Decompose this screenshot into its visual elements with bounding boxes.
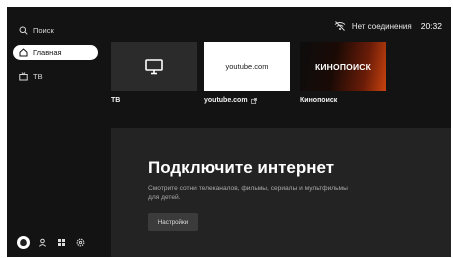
card-youtube[interactable]: youtube.com xyxy=(204,42,290,91)
tv-icon xyxy=(19,72,28,81)
clock: 20:32 xyxy=(420,21,442,31)
sidebar-item-search[interactable]: Поиск xyxy=(13,23,60,38)
banner-title: Подключите интернет xyxy=(148,158,335,177)
wifi-off-icon xyxy=(334,21,346,31)
card-title: Кинопоиск xyxy=(300,97,338,104)
sidebar-bottom-bar xyxy=(17,236,87,249)
banner-description: Смотрите сотни телеканалов, фильмы, сери… xyxy=(148,185,348,201)
search-icon xyxy=(19,26,28,35)
sidebar-item-label: ТВ xyxy=(33,72,43,81)
monitor-icon xyxy=(145,58,163,75)
sidebar-item-label: Главная xyxy=(33,48,62,57)
kinopoisk-logo: КИНОПОИСК xyxy=(314,61,371,72)
youtube-preview-text: youtube.com xyxy=(225,62,269,71)
profile-icon[interactable] xyxy=(36,236,49,249)
alice-icon[interactable] xyxy=(17,236,30,249)
settings-button[interactable]: Настройки xyxy=(148,213,198,231)
home-icon xyxy=(19,48,28,57)
connection-status: Нет соединения xyxy=(351,21,412,31)
external-link-icon xyxy=(250,97,257,104)
tv-screen: Нет соединения 20:32 Поиск Главная ТВ ТВ… xyxy=(7,7,451,257)
sidebar-item-label: Поиск xyxy=(33,26,54,35)
apps-icon[interactable] xyxy=(55,236,68,249)
no-connection-banner: Подключите интернет Смотрите сотни телек… xyxy=(111,128,451,257)
card-title: youtube.com xyxy=(204,97,248,104)
card-tv[interactable] xyxy=(111,42,197,91)
card-tv-label: ТВ xyxy=(111,97,120,104)
card-title: ТВ xyxy=(111,97,121,104)
settings-icon[interactable] xyxy=(74,236,87,249)
card-kinopoisk-label: Кинопоиск xyxy=(300,97,337,104)
sidebar-item-tv[interactable]: ТВ xyxy=(13,69,49,84)
card-kinopoisk[interactable]: КИНОПОИСК xyxy=(300,42,386,91)
sidebar-item-home[interactable]: Главная xyxy=(13,45,98,60)
card-youtube-label: youtube.com xyxy=(204,97,257,104)
status-bar: Нет соединения 20:32 xyxy=(334,19,442,33)
